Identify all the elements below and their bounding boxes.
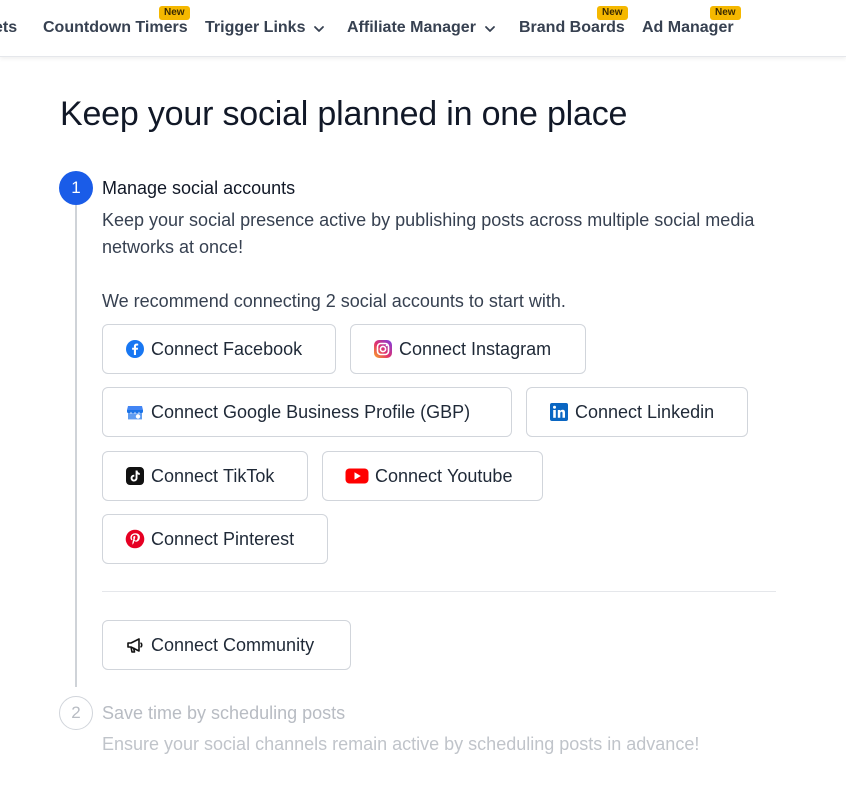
step-2-description: Ensure your social channels remain activ… — [102, 734, 700, 754]
stepper-line — [75, 205, 77, 687]
recommendation-text: We recommend connecting 2 social account… — [102, 291, 566, 311]
top-navigation: ets Countdown Timers New Trigger Links A… — [0, 0, 846, 57]
connect-google-business-button[interactable]: Connect Google Business Profile (GBP) — [102, 387, 512, 437]
nav-item-trigger-links[interactable]: Trigger Links — [205, 19, 325, 37]
facebook-icon — [125, 339, 145, 359]
page-title: Keep your social planned in one place — [60, 95, 628, 133]
step-1-indicator: 1 — [59, 171, 93, 205]
step-1-title: Manage social accounts — [102, 178, 296, 198]
google-business-icon — [125, 402, 145, 422]
pinterest-icon — [125, 529, 145, 549]
instagram-icon — [373, 339, 393, 359]
connect-youtube-button[interactable]: Connect Youtube — [322, 451, 543, 501]
step-1-description: Keep your social presence active by publ… — [102, 210, 755, 257]
new-badge: New — [597, 6, 628, 20]
megaphone-icon — [125, 635, 145, 655]
chevron-down-icon — [484, 22, 496, 34]
youtube-icon — [345, 466, 369, 486]
nav-item-partial[interactable]: ets — [0, 19, 17, 37]
nav-item-affiliate-manager[interactable]: Affiliate Manager — [347, 19, 496, 37]
new-badge: New — [710, 6, 741, 20]
nav-item-ad-manager[interactable]: Ad Manager — [642, 19, 734, 37]
step-2-title: Save time by scheduling posts — [102, 703, 346, 723]
step-2-indicator: 2 — [59, 696, 93, 730]
connect-instagram-button[interactable]: Connect Instagram — [350, 324, 586, 374]
connect-facebook-button[interactable]: Connect Facebook — [102, 324, 336, 374]
new-badge: New — [159, 6, 190, 20]
connect-pinterest-button[interactable]: Connect Pinterest — [102, 514, 328, 564]
linkedin-icon — [549, 402, 569, 422]
connect-community-button[interactable]: Connect Community — [102, 620, 351, 670]
tiktok-icon — [125, 466, 145, 486]
connect-linkedin-button[interactable]: Connect Linkedin — [526, 387, 748, 437]
chevron-down-icon — [313, 22, 325, 34]
section-divider — [102, 591, 776, 592]
nav-item-countdown-timers[interactable]: Countdown Timers — [43, 19, 188, 37]
connect-tiktok-button[interactable]: Connect TikTok — [102, 451, 308, 501]
nav-item-brand-boards[interactable]: Brand Boards — [519, 19, 625, 37]
